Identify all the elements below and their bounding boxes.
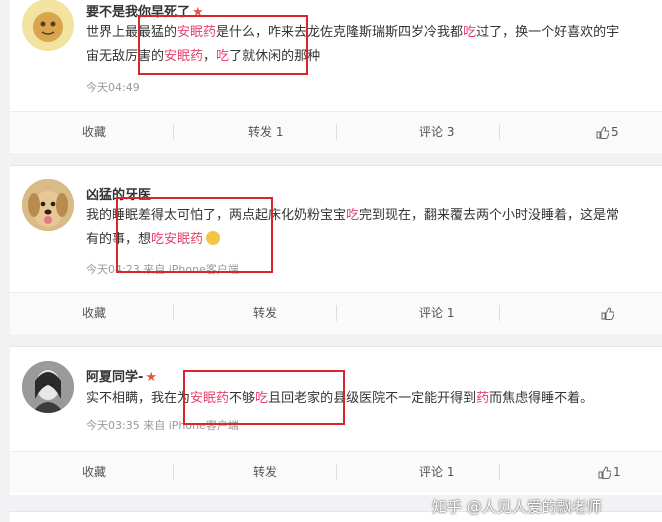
text-segment: 有的事，想 <box>86 232 152 247</box>
keyword-link[interactable]: 吃 <box>346 208 359 223</box>
keyword-link[interactable]: 安眠药 <box>177 25 216 40</box>
comment-button[interactable]: 评论 3 <box>419 112 454 152</box>
comment-card: 凶猛的牙医 我的睡眠差得太可怕了，两点起床化奶粉宝宝吃完到现在，翻来覆去两个小时… <box>10 165 662 334</box>
text-segment: 了就休闲的那种 <box>229 49 321 64</box>
comment-card: 阿夏同学- ★ 实不相瞒，我在为安眠药不够吃且回老家的县级医院不一定能开得到药而焦… <box>10 346 662 495</box>
avatar[interactable] <box>22 179 74 231</box>
avatar-image <box>22 0 74 51</box>
collect-button[interactable]: 收藏 <box>82 452 106 492</box>
repost-button[interactable]: 转发 <box>253 293 277 333</box>
text-segment: 世界上最 <box>86 25 139 40</box>
username-text[interactable]: 要不是我你早死了 <box>86 5 190 20</box>
text-segment: 而焦虑得睡不着。 <box>489 391 594 406</box>
like-button[interactable]: 1 <box>598 452 621 492</box>
divider <box>336 464 337 480</box>
avatar[interactable] <box>22 0 74 51</box>
action-bar: 收藏 转发 1 评论 3 5 <box>10 111 662 152</box>
action-bar: 收藏 转发 评论 1 <box>10 292 662 333</box>
comment-card: 要不是我你早死了 ★ 世界上最最猛的安眠药是什么，咋来去龙佐克隆斯瑞斯四岁冷我都吃… <box>10 0 662 153</box>
username[interactable]: 阿夏同学- ★ <box>86 366 157 385</box>
repost-button[interactable]: 转发 <box>253 452 277 492</box>
keyword-link[interactable]: 安眠药 <box>164 49 203 64</box>
text-segment: 不够 <box>229 391 256 406</box>
text-segment: 完到现在，翻来覆去两个小时没睡着，这是常 <box>359 208 620 223</box>
text-segment: 是什么，咋来去龙佐克隆斯瑞斯四岁冷我都 <box>216 25 464 40</box>
repost-button[interactable]: 转发 1 <box>248 112 283 152</box>
divider <box>336 305 337 321</box>
keyword-link[interactable]: 吃 <box>216 49 229 64</box>
thumbs-up-icon <box>598 466 611 479</box>
like-count: 1 <box>613 465 621 479</box>
username[interactable]: 要不是我你早死了 ★ <box>86 1 204 20</box>
username-text[interactable]: 阿夏同学- <box>86 370 143 385</box>
divider <box>499 124 500 140</box>
comment-text-line2: 有的事，想吃安眠药 <box>86 228 660 252</box>
text-segment: 实不相瞒，我在为 <box>86 391 191 406</box>
divider <box>173 305 174 321</box>
avatar[interactable] <box>22 361 74 413</box>
keyword-link[interactable]: 吃安眠药 <box>151 232 203 247</box>
comment-text-line2: 宙无敌厉害的安眠药，吃了就休闲的那种 <box>86 45 660 69</box>
action-bar: 收藏 转发 评论 1 1 <box>10 451 662 492</box>
divider <box>499 305 500 321</box>
keyword-link[interactable]: 安眠药 <box>190 391 229 406</box>
star-icon: ★ <box>145 370 158 385</box>
timestamp: 今天04:49 <box>86 81 140 94</box>
keyword-link[interactable]: 药 <box>476 391 489 406</box>
collect-button[interactable]: 收藏 <box>82 293 106 333</box>
divider <box>499 464 500 480</box>
collect-button[interactable]: 收藏 <box>82 112 106 152</box>
text-segment: 且回老家的县级医院不一定能开得到 <box>268 391 477 406</box>
sleeping-emoji-icon <box>206 231 221 245</box>
like-count: 5 <box>611 125 619 139</box>
text-segment: 最猛的 <box>138 25 178 40</box>
avatar-image <box>22 361 74 413</box>
username[interactable]: 凶猛的牙医 <box>86 184 151 203</box>
text-segment: ， <box>203 49 217 64</box>
comment-text: 我的睡眠差得太可怕了，两点起床化奶粉宝宝吃完到现在，翻来覆去两个小时没睡着，这是… <box>86 204 660 228</box>
comment-button[interactable]: 评论 1 <box>419 452 454 492</box>
divider <box>336 124 337 140</box>
comment-text: 世界上最最猛的安眠药是什么，咋来去龙佐克隆斯瑞斯四岁冷我都吃过了，换一个好喜欢的… <box>86 21 660 45</box>
like-button[interactable]: 5 <box>596 112 619 152</box>
keyword-link[interactable]: 吃 <box>255 391 268 406</box>
avatar-image <box>22 179 74 231</box>
timestamp-source: 今天03:35 来自 iPhone客户端 <box>86 419 239 432</box>
divider <box>173 464 174 480</box>
text-segment: 我的睡眠差得太可怕了，两点起床化奶粉宝宝 <box>86 208 347 223</box>
thumbs-up-icon <box>601 307 614 320</box>
watermark: 知乎 @人见人爱的飘老师 <box>432 498 602 516</box>
text-segment: 过了，换一个好喜欢的宇 <box>476 25 620 40</box>
comment-button[interactable]: 评论 1 <box>419 293 454 333</box>
divider <box>173 124 174 140</box>
star-icon: ★ <box>192 5 204 20</box>
like-button[interactable] <box>601 293 616 333</box>
timestamp-source: 今天04:23 来自 iPhone客户端 <box>86 263 239 276</box>
comment-text: 实不相瞒，我在为安眠药不够吃且回老家的县级医院不一定能开得到药而焦虑得睡不着。 <box>86 387 660 411</box>
thumbs-up-icon <box>596 126 609 139</box>
keyword-link[interactable]: 吃 <box>463 25 476 40</box>
text-segment: 宙无敌厉害的 <box>86 49 165 64</box>
